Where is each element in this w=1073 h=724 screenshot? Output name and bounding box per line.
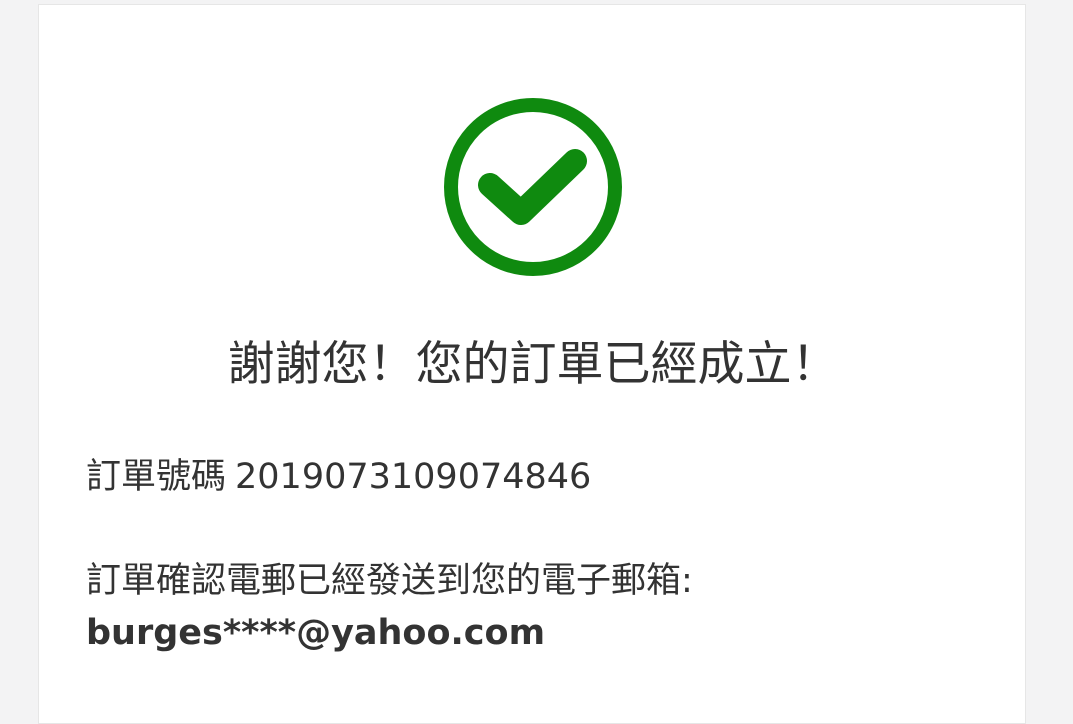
order-number-label: 訂單號碼 [86,457,227,497]
order-number-row: 訂單號碼 2019073109074846 [86,449,591,505]
email-address: burges****@yahoo.com [86,613,546,653]
confirmation-title: 謝謝您！您的訂單已經成立！ [227,337,839,392]
order-number-value: 2019073109074846 [235,457,592,497]
order-confirmation-card: 謝謝您！您的訂單已經成立！ 訂單號碼 2019073109074846 訂單確認電… [38,4,1026,724]
email-notice: 訂單確認電郵已經發送到您的電子郵箱: [86,561,693,601]
check-circle-icon [442,96,624,278]
